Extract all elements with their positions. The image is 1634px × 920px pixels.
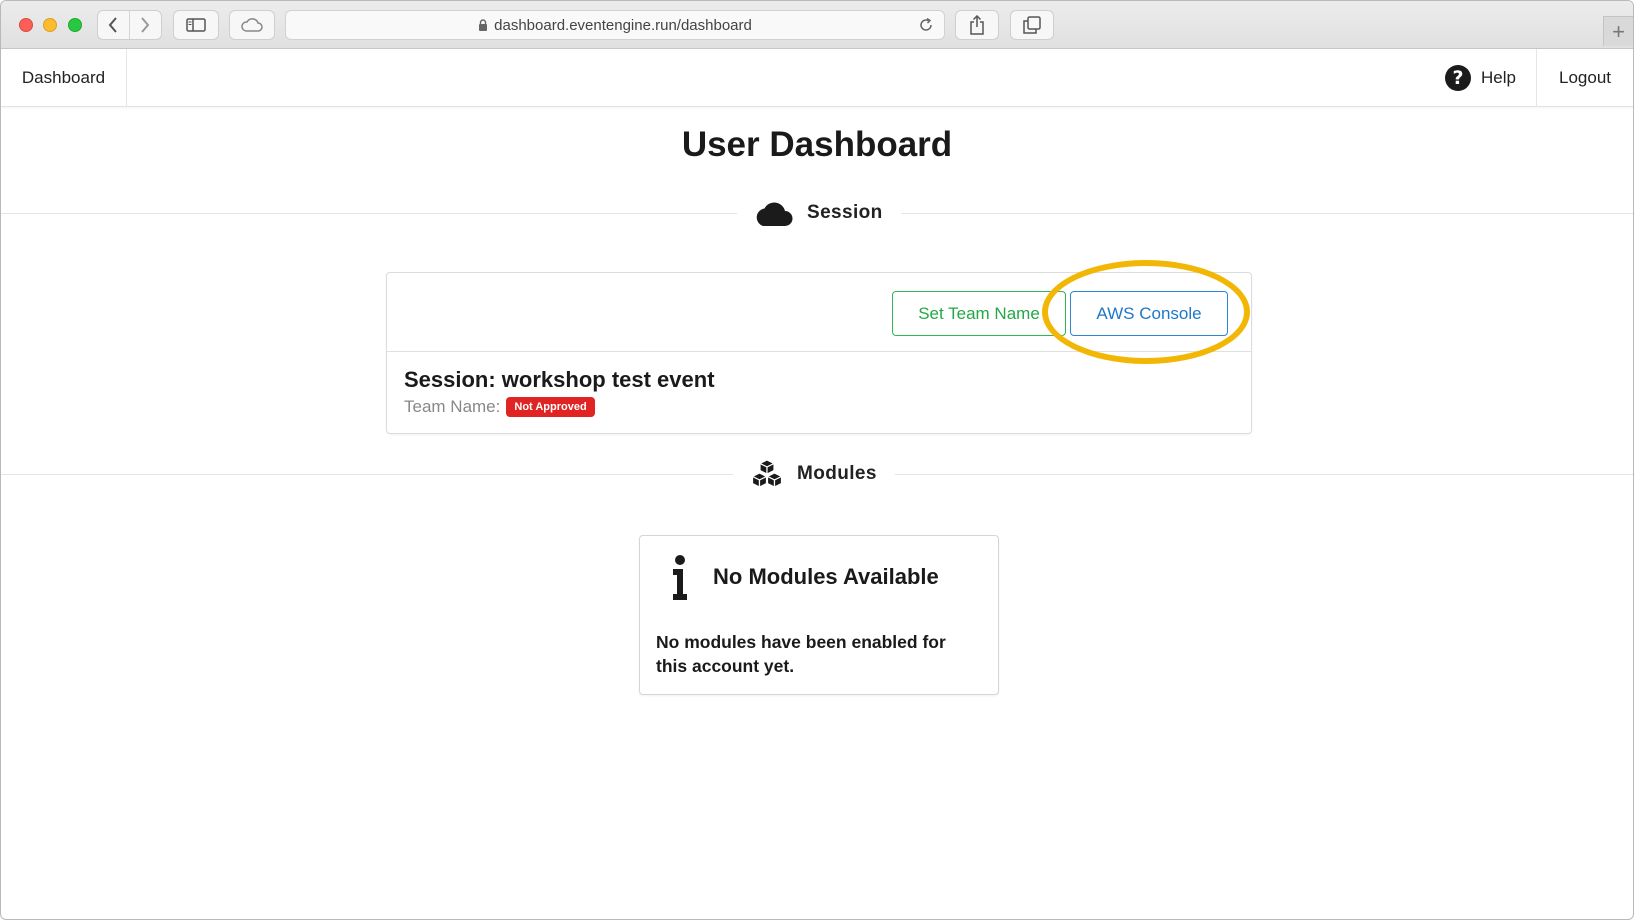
cubes-icon	[751, 459, 783, 488]
reload-icon[interactable]	[918, 17, 934, 37]
set-team-name-button[interactable]: Set Team Name	[892, 291, 1066, 336]
sidebar-toggle-button[interactable]	[173, 10, 219, 40]
zoom-window-button[interactable]	[68, 18, 82, 32]
app-navbar: Dashboard ? Help Logout	[1, 49, 1633, 107]
modules-heading-text: Modules	[797, 463, 877, 484]
status-badge: Not Approved	[506, 397, 595, 417]
cloud-outline-icon	[241, 18, 263, 32]
close-window-button[interactable]	[19, 18, 33, 32]
session-panel: Set Team Name AWS Console Session: works…	[386, 272, 1252, 434]
browser-toolbar: dashboard.eventengine.run/dashboard +	[1, 1, 1633, 49]
session-title: Session: workshop test event	[404, 367, 715, 392]
chevron-left-icon	[108, 17, 118, 33]
chevron-right-icon	[141, 17, 150, 33]
back-button[interactable]	[98, 11, 130, 39]
minimize-window-button[interactable]	[43, 18, 57, 32]
browser-window: dashboard.eventengine.run/dashboard + Da…	[0, 0, 1634, 920]
nav-logout-link[interactable]: Logout	[1537, 49, 1633, 107]
nav-help-link[interactable]: ? Help	[1425, 49, 1537, 107]
sidebar-icon	[186, 18, 206, 32]
session-panel-actions: Set Team Name AWS Console	[387, 273, 1251, 352]
forward-button[interactable]	[130, 11, 161, 39]
new-tab-button[interactable]: +	[1603, 16, 1633, 46]
share-icon	[970, 15, 984, 35]
session-heading-text: Session	[807, 202, 883, 223]
no-modules-card: No Modules Available No modules have bee…	[639, 535, 999, 695]
tab-overview-button[interactable]	[1010, 10, 1054, 40]
nav-dashboard-link[interactable]: Dashboard	[1, 49, 127, 107]
history-nav-group	[97, 10, 162, 40]
info-icon	[673, 555, 687, 600]
page-title: User Dashboard	[681, 125, 953, 164]
modules-section-heading: Modules	[733, 456, 895, 492]
url-text: dashboard.eventengine.run/dashboard	[494, 16, 752, 34]
cloud-icon	[756, 202, 793, 226]
icloud-tabs-button[interactable]	[229, 10, 275, 40]
team-name-label: Team Name:	[404, 397, 501, 416]
help-label: Help	[1481, 68, 1516, 87]
no-modules-description: No modules have been enabled for this ac…	[656, 632, 946, 676]
share-button[interactable]	[955, 10, 999, 40]
tabs-overview-icon	[1023, 16, 1041, 34]
lock-icon	[478, 19, 488, 31]
address-bar[interactable]: dashboard.eventengine.run/dashboard	[285, 10, 945, 40]
session-section-heading: Session	[737, 195, 901, 231]
help-icon: ?	[1445, 65, 1472, 91]
aws-console-button[interactable]: AWS Console	[1070, 291, 1228, 336]
team-name-row: Team Name: Not Approved	[404, 397, 595, 417]
no-modules-title: No Modules Available	[713, 564, 939, 589]
